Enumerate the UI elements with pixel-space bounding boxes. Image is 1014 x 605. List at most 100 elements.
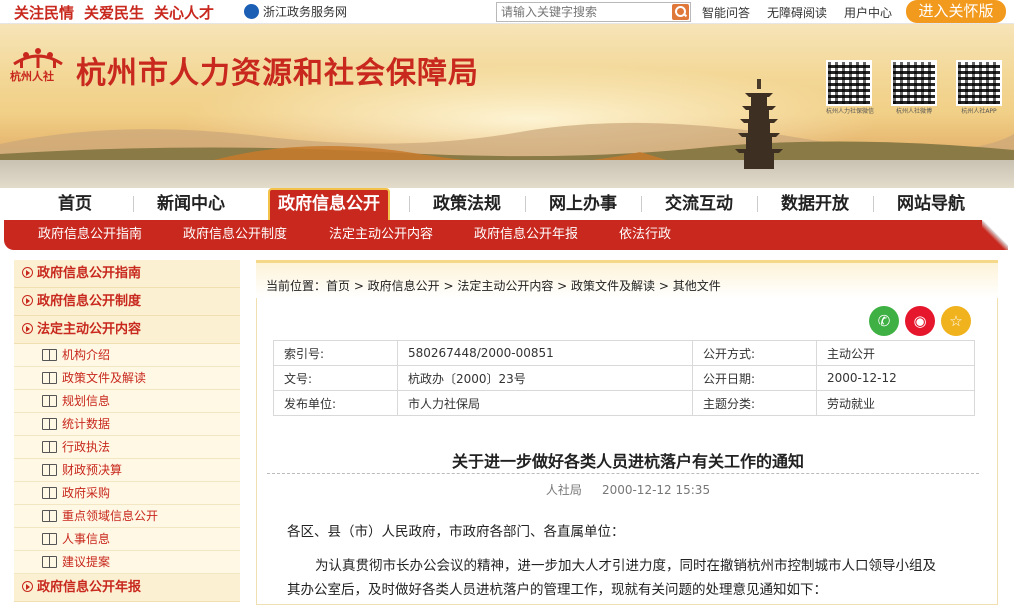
breadcrumb[interactable]: 当前位置：首页 > 政府信息公开 > 法定主动公开内容 > 政策文件及解读 > …	[266, 277, 721, 294]
sidebar-item-org[interactable]: 机构介绍	[14, 344, 240, 367]
slogans: 关注民情 关爱民生 关心人才	[14, 2, 224, 23]
article-datetime: 2000-12-12 15:35	[601, 483, 711, 497]
nav-online-service[interactable]: 网上办事	[526, 188, 640, 220]
nav-policy[interactable]: 政策法规	[410, 188, 524, 220]
sidebar-item-statistics[interactable]: 统计数据	[14, 413, 240, 436]
link-smart-qa[interactable]: 智能问答	[702, 6, 750, 20]
qr-code-weibo[interactable]: 杭州人社微博	[891, 60, 937, 115]
qr-weibo-caption: 杭州人社微博	[895, 108, 932, 115]
sidebar-item-budget[interactable]: 财政预决算	[14, 459, 240, 482]
meta-label: 公开方式:	[692, 340, 817, 366]
care-mode-button[interactable]: 进入关怀版	[906, 0, 1006, 23]
sidebar-item-label: 机构介绍	[62, 348, 111, 362]
slogan-1: 关注民情	[14, 4, 75, 22]
book-icon	[42, 372, 57, 384]
meta-label: 主题分类:	[692, 390, 817, 416]
zj-service-link[interactable]: 浙江政务服务网	[244, 3, 347, 20]
sidebar-section-guide[interactable]: 政府信息公开指南	[14, 260, 240, 288]
meta-label: 发布单位:	[273, 390, 398, 416]
article-source: 人社局	[545, 483, 582, 497]
article-salutation: 各区、县（市）人民政府，市政府各部门、各直属单位：	[287, 524, 625, 540]
weibo-share-icon[interactable]: ◉	[905, 306, 935, 336]
nav-gov-info[interactable]: 政府信息公开	[268, 188, 390, 220]
sidebar-item-proposals[interactable]: 建议提案	[14, 551, 240, 574]
subnav-guide[interactable]: 政府信息公开指南	[38, 220, 142, 250]
book-icon	[42, 395, 57, 407]
page-curl-decoration	[982, 220, 1008, 250]
banner: 杭州人社 杭州市人力资源和社会保障局 杭州人力社保微信 杭州人社微博 杭州人社A…	[0, 24, 1014, 188]
sidebar-section-label: 法定主动公开内容	[37, 322, 142, 337]
subnav-statutory[interactable]: 法定主动公开内容	[329, 220, 433, 250]
sidebar-item-label: 人事信息	[62, 532, 111, 546]
sidebar-item-label: 建议提案	[62, 555, 111, 569]
nav-news[interactable]: 新闻中心	[134, 188, 248, 220]
sidebar-section-label: 政府信息公开指南	[37, 266, 142, 281]
zj-globe-icon	[244, 4, 259, 19]
sidebar-item-label: 政府采购	[62, 486, 111, 500]
slogan-2: 关爱民生	[84, 4, 145, 22]
top-links: 智能问答 无障碍阅读 用户中心	[702, 4, 909, 21]
wechat-share-icon[interactable]: ✆	[869, 306, 899, 336]
meta-value: 580267448/2000-00851	[397, 340, 693, 366]
sidebar-item-planning[interactable]: 规划信息	[14, 390, 240, 413]
sidebar-item-personnel[interactable]: 人事信息	[14, 528, 240, 551]
link-accessibility[interactable]: 无障碍阅读	[767, 6, 827, 20]
nav-open-data[interactable]: 数据开放	[758, 188, 872, 220]
banner-lake	[0, 160, 1014, 188]
nav-sitemap[interactable]: 网站导航	[874, 188, 988, 220]
table-row: 索引号: 580267448/2000-00851 公开方式: 主动公开	[273, 340, 975, 366]
search-icon[interactable]	[672, 4, 689, 20]
sidebar-item-label: 财政预决算	[62, 463, 123, 477]
arrow-right-icon	[22, 323, 33, 334]
sidebar-item-key-areas[interactable]: 重点领域信息公开	[14, 505, 240, 528]
subnav-annual-report[interactable]: 政府信息公开年报	[474, 220, 578, 250]
table-row: 发布单位: 市人力社保局 主题分类: 劳动就业	[273, 390, 975, 416]
book-icon	[42, 418, 57, 430]
sidebar-section-statutory[interactable]: 法定主动公开内容	[14, 316, 240, 344]
book-icon	[42, 510, 57, 522]
meta-label: 文号:	[273, 365, 398, 391]
sidebar-section-label: 政府信息公开制度	[37, 294, 142, 309]
sidebar-item-label: 行政执法	[62, 440, 111, 454]
meta-value: 杭政办〔2000〕23号	[397, 365, 693, 391]
pagoda-icon	[735, 79, 783, 169]
search-input[interactable]	[497, 3, 669, 21]
nav-home[interactable]: 首页	[18, 188, 132, 220]
main-content: 当前位置：首页 > 政府信息公开 > 法定主动公开内容 > 政策文件及解读 > …	[256, 260, 998, 605]
qr-code-wechat[interactable]: 杭州人力社保微信	[826, 60, 875, 115]
sidebar-item-enforcement[interactable]: 行政执法	[14, 436, 240, 459]
nav-interaction[interactable]: 交流互动	[642, 188, 756, 220]
book-icon	[42, 533, 57, 545]
site-title: 杭州市人力资源和社会保障局	[76, 56, 479, 91]
qr-app-icon	[956, 60, 1002, 106]
book-icon	[42, 487, 57, 499]
top-bar: 关注民情关爱民生关心人才 浙江政务服务网 智能问答 无障碍阅读 用户中心 进入关怀版	[0, 0, 1014, 24]
book-icon	[42, 349, 57, 361]
meta-label: 索引号:	[273, 340, 398, 366]
arrow-right-icon	[22, 295, 33, 306]
sidebar-item-procurement[interactable]: 政府采购	[14, 482, 240, 505]
sidebar-item-policy[interactable]: 政策文件及解读	[14, 367, 240, 390]
meta-value: 市人力社保局	[397, 390, 693, 416]
divider	[267, 473, 979, 474]
subnav-law[interactable]: 依法行政	[619, 220, 671, 250]
search-box	[496, 2, 691, 22]
subnav-system[interactable]: 政府信息公开制度	[183, 220, 287, 250]
link-user-center[interactable]: 用户中心	[844, 6, 892, 20]
sidebar-section-annual[interactable]: 政府信息公开年报	[14, 574, 240, 602]
qr-wechat-caption: 杭州人力社保微信	[826, 108, 875, 115]
qr-code-app[interactable]: 杭州人社APP	[956, 60, 1002, 115]
meta-value: 2000-12-12	[816, 365, 975, 391]
zj-service-label: 浙江政务服务网	[263, 5, 348, 19]
favorite-star-icon[interactable]: ☆	[941, 306, 971, 336]
book-icon	[42, 441, 57, 453]
qr-wechat-icon	[826, 60, 872, 106]
slogan-3: 关心人才	[154, 4, 215, 22]
arrow-right-icon	[22, 267, 33, 278]
sidebar-section-system[interactable]: 政府信息公开制度	[14, 288, 240, 316]
meta-label: 公开日期:	[692, 365, 817, 391]
table-row: 文号: 杭政办〔2000〕23号 公开日期: 2000-12-12	[273, 365, 975, 391]
logo-text: 杭州人社	[10, 70, 54, 83]
meta-value: 主动公开	[816, 340, 975, 366]
sidebar-item-label: 规划信息	[62, 394, 111, 408]
